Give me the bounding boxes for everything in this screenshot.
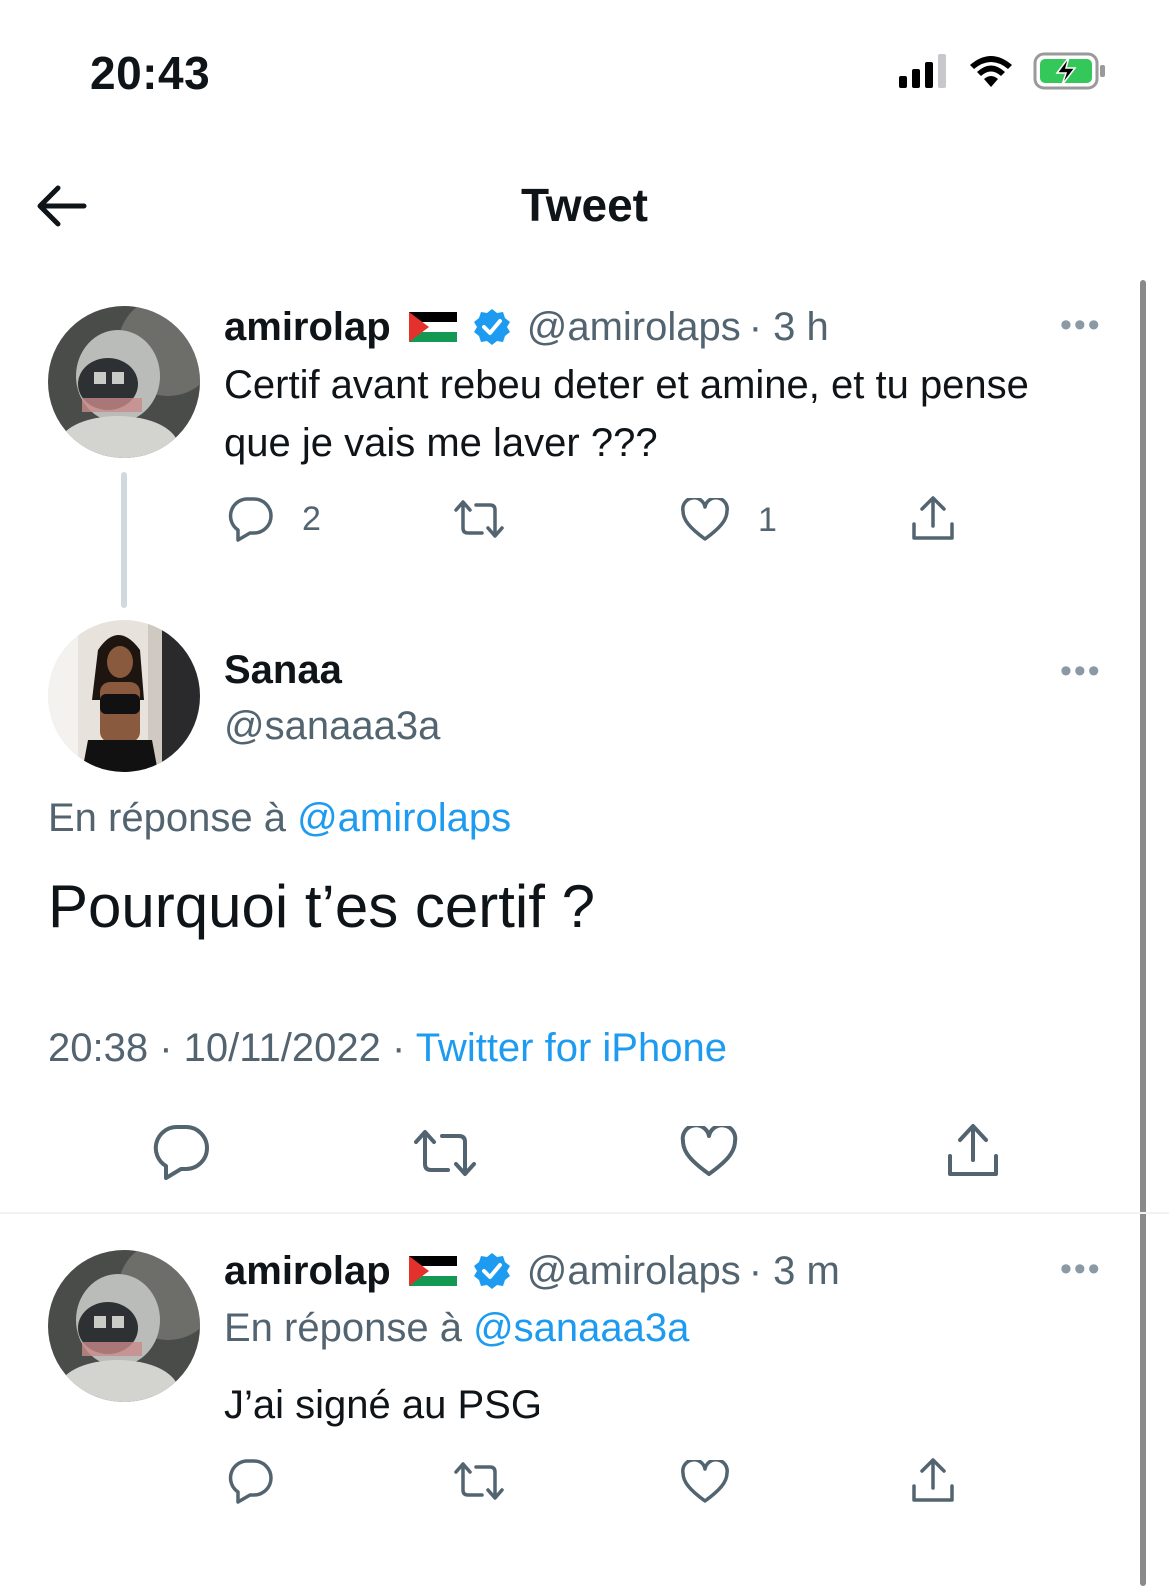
author-name[interactable]: Sanaa	[224, 648, 342, 693]
retweet-icon	[454, 500, 504, 538]
status-time: 20:43	[90, 47, 211, 99]
tweet-source-link[interactable]: Twitter for iPhone	[416, 1026, 727, 1070]
battery-charging-icon	[1033, 52, 1105, 90]
share-icon[interactable]	[946, 1122, 1000, 1178]
more-icon[interactable]: •••	[1060, 306, 1102, 345]
like-icon[interactable]	[680, 1126, 738, 1178]
reply-icon	[228, 497, 273, 542]
avatar-sanaa[interactable]	[48, 620, 200, 772]
share-icon	[912, 496, 954, 540]
reply-button[interactable]: 2	[226, 496, 321, 542]
share-button[interactable]	[910, 494, 956, 542]
reply-to-link[interactable]: @amirolaps	[297, 796, 511, 840]
tweet-text: J’ai signé au PSG	[224, 1383, 542, 1427]
palestine-flag-icon	[408, 1256, 457, 1286]
scrollbar[interactable]	[1140, 280, 1146, 1586]
tweet-age: · 3 m	[748, 1248, 840, 1293]
status-icons	[899, 52, 1107, 90]
reply-icon[interactable]	[152, 1124, 210, 1180]
reply-context: En réponse à @amirolaps	[48, 796, 511, 841]
reply-count: 2	[302, 499, 321, 538]
wifi-icon	[970, 56, 1012, 87]
more-icon[interactable]: •••	[1060, 1250, 1102, 1289]
focused-tweet-text: Pourquoi t’es certif ?	[48, 873, 595, 940]
like-button[interactable]: 1	[680, 498, 777, 542]
tweet-3-header: amirolap @amirolaps · 3 m	[224, 1246, 840, 1296]
reply-prefix: En réponse à	[224, 1306, 462, 1350]
signal-icon	[899, 54, 946, 88]
author-handle[interactable]: @amirolaps	[527, 305, 741, 350]
author-handle[interactable]: @sanaaa3a	[224, 704, 440, 749]
thread-line	[121, 472, 127, 608]
like-count: 1	[758, 500, 777, 539]
verified-icon	[473, 309, 510, 345]
reply-context: En réponse à @sanaaa3a	[224, 1306, 689, 1351]
avatar-amirolap[interactable]	[48, 1250, 200, 1402]
retweet-icon[interactable]	[412, 1128, 478, 1178]
divider	[0, 1212, 1169, 1214]
reply-to-link[interactable]: @sanaaa3a	[473, 1306, 689, 1350]
author-handle[interactable]: @amirolaps	[527, 1249, 741, 1294]
author-name[interactable]: amirolap	[224, 305, 391, 350]
share-icon[interactable]	[910, 1456, 956, 1504]
reply-icon[interactable]	[226, 1458, 274, 1504]
like-icon[interactable]	[680, 1460, 730, 1504]
tweet-timestamp: 20:38 · 10/11/2022 ·	[48, 1026, 406, 1070]
verified-icon	[473, 1253, 510, 1289]
tweet-age: · 3 h	[748, 304, 829, 349]
author-name[interactable]: amirolap	[224, 1249, 391, 1294]
tweet-meta: 20:38 · 10/11/2022 · Twitter for iPhone	[48, 1026, 727, 1071]
tweet-text: Certif avant rebeu deter et amine, et tu…	[224, 363, 1029, 465]
page-title: Tweet	[521, 179, 648, 231]
avatar-amirolap[interactable]	[48, 306, 200, 458]
retweet-icon[interactable]	[452, 1460, 506, 1502]
reply-prefix: En réponse à	[48, 796, 286, 840]
palestine-flag-icon	[408, 312, 457, 342]
retweet-button[interactable]	[452, 498, 506, 540]
more-icon[interactable]: •••	[1060, 652, 1102, 691]
tweet-1-header: amirolap @amirolaps · 3 h	[224, 302, 829, 352]
like-icon	[681, 498, 729, 541]
